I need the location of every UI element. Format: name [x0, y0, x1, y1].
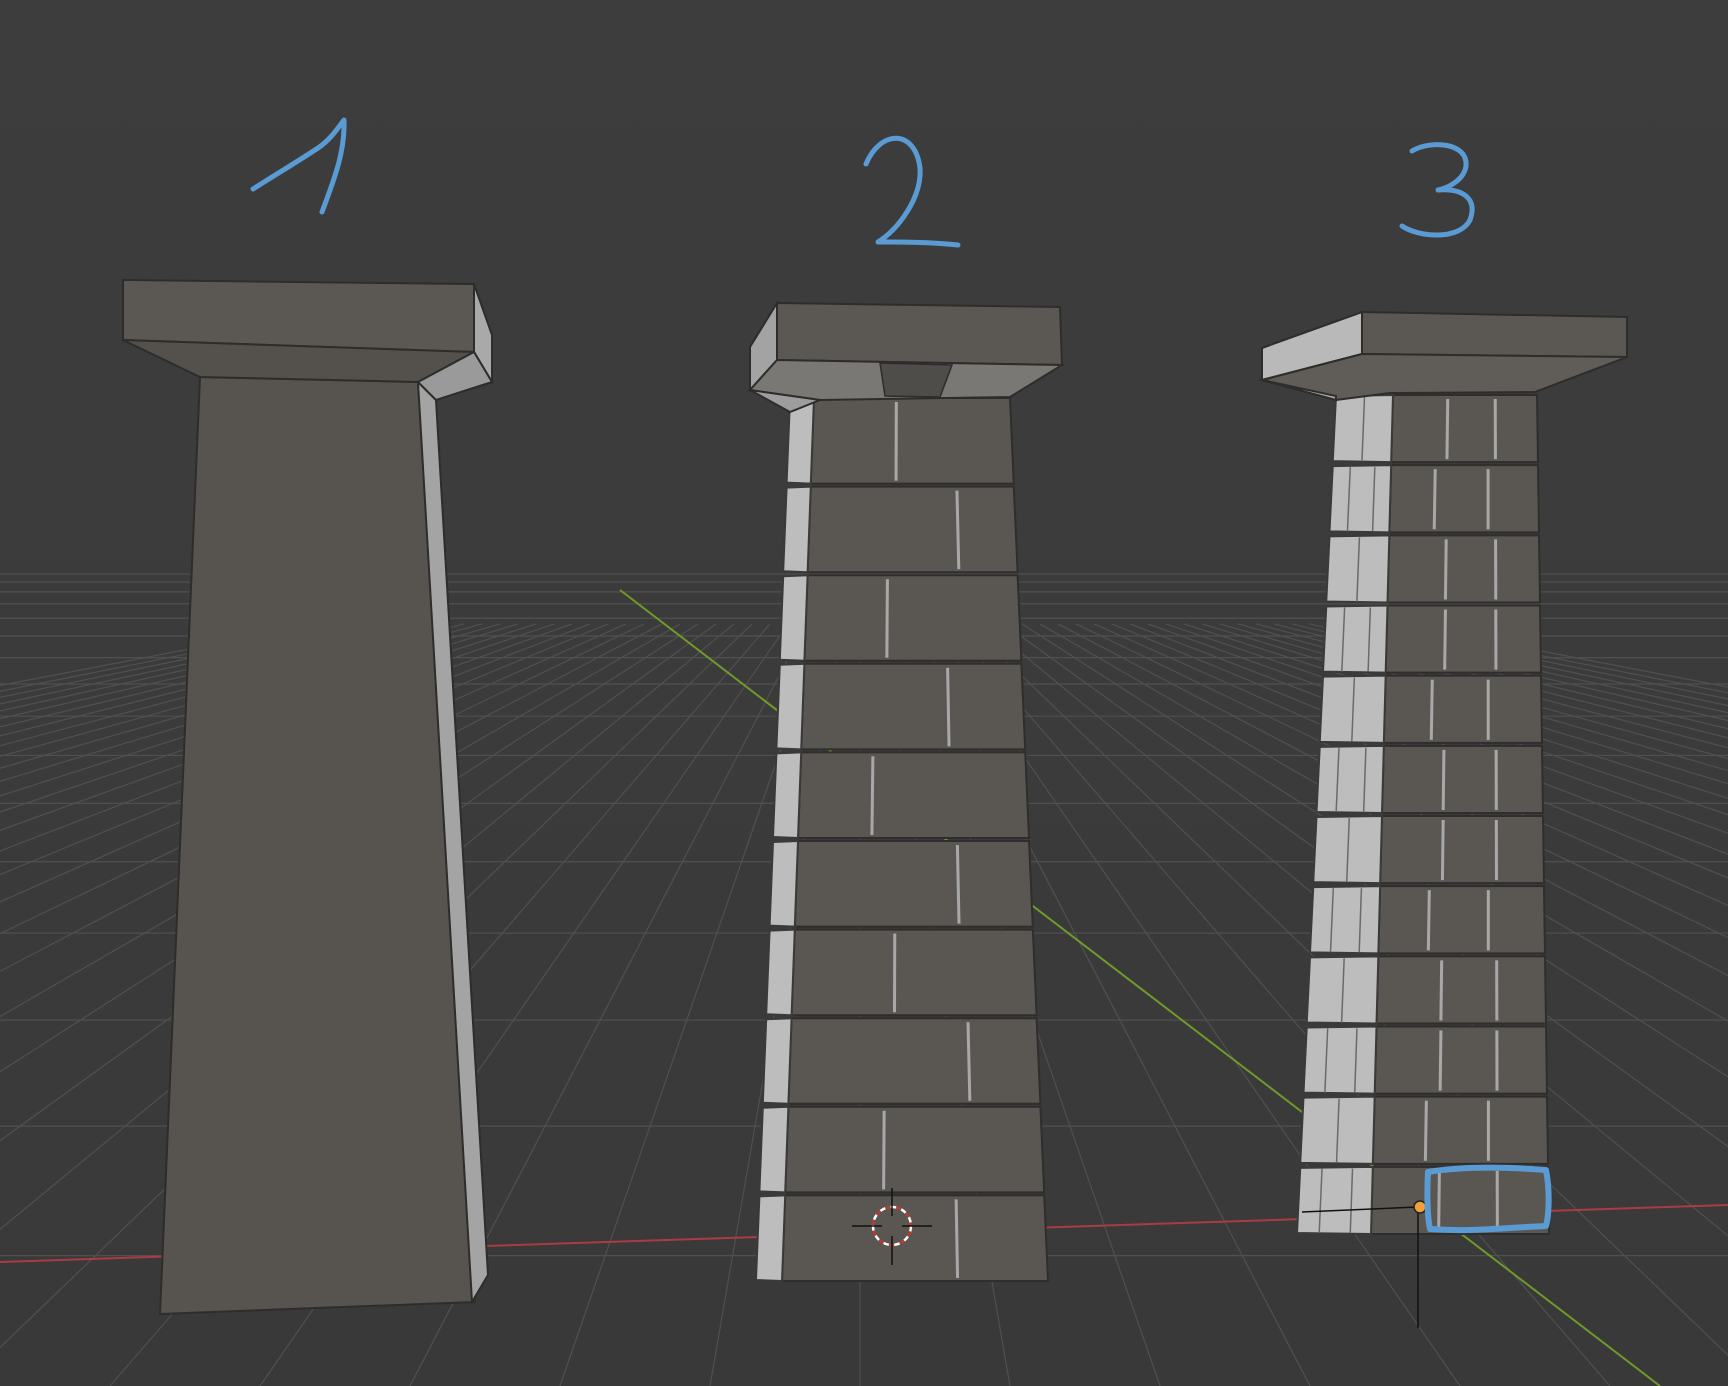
brick-joint: [1423, 1100, 1428, 1161]
brick-side: [765, 928, 796, 1017]
brick-side: [771, 751, 803, 840]
pillar-cap: [879, 362, 954, 398]
brick-side: [782, 485, 812, 574]
brick-joint: [1443, 539, 1448, 600]
brick-side: [1302, 1025, 1378, 1095]
brick-side: [1295, 1165, 1374, 1236]
brick-joint: [946, 667, 951, 747]
pillar-cap: [776, 301, 1064, 367]
brick-joint: [1429, 679, 1434, 740]
brick-course: [790, 928, 1038, 1017]
brick-course: [1377, 885, 1547, 955]
brick-course: [1380, 744, 1545, 814]
brick-course: [793, 840, 1034, 928]
brick-side: [1315, 744, 1385, 815]
brick-course: [809, 397, 1015, 485]
brick-course: [800, 662, 1027, 751]
brick-side: [775, 662, 806, 751]
pillar-cap: [1361, 310, 1628, 359]
brick-side: [1321, 604, 1389, 674]
brick-joint: [1432, 469, 1437, 530]
brick-course: [1388, 464, 1541, 534]
brick-course: [1379, 815, 1546, 885]
brick-joint: [955, 844, 961, 924]
brick-course: [1369, 1165, 1551, 1235]
brick-side: [1328, 464, 1393, 534]
brick-course: [1386, 534, 1542, 604]
brick-side: [761, 1017, 793, 1105]
brick-course: [1375, 955, 1548, 1025]
brick-joint: [885, 579, 889, 658]
brick-joint: [1439, 960, 1444, 1021]
brick-course: [803, 574, 1023, 662]
brick-course: [787, 1017, 1042, 1105]
brick-joint: [882, 1110, 886, 1190]
brick-side: [778, 574, 809, 662]
brick-joint: [1426, 890, 1431, 951]
brick-joint: [870, 756, 875, 836]
brick-course: [1371, 1095, 1550, 1165]
brick-joint: [1441, 749, 1446, 811]
brick-side: [754, 1194, 787, 1283]
brick-joint: [1445, 398, 1450, 460]
brick-joint: [1443, 609, 1447, 670]
brick-course: [806, 485, 1019, 574]
brick-course: [784, 1105, 1046, 1194]
brick-joint: [1440, 819, 1445, 881]
brick-side: [1308, 885, 1382, 955]
brick-course: [1390, 394, 1540, 464]
brick-joint: [966, 1022, 972, 1101]
brick-course: [1382, 674, 1544, 744]
brick-course: [1373, 1025, 1549, 1095]
brick-joint: [954, 1199, 960, 1279]
brick-joint: [955, 490, 961, 570]
brick-course: [796, 751, 1031, 839]
brick-course: [780, 1194, 1050, 1282]
brick-side: [768, 839, 800, 928]
object-origin-dot[interactable]: [1413, 1200, 1427, 1214]
3d-viewport[interactable]: 1 2 3: [0, 0, 1728, 1386]
brick-joint: [1437, 1170, 1441, 1232]
brick-course: [1384, 604, 1543, 674]
brick-side: [758, 1105, 790, 1194]
brick-joint: [1438, 1030, 1443, 1091]
